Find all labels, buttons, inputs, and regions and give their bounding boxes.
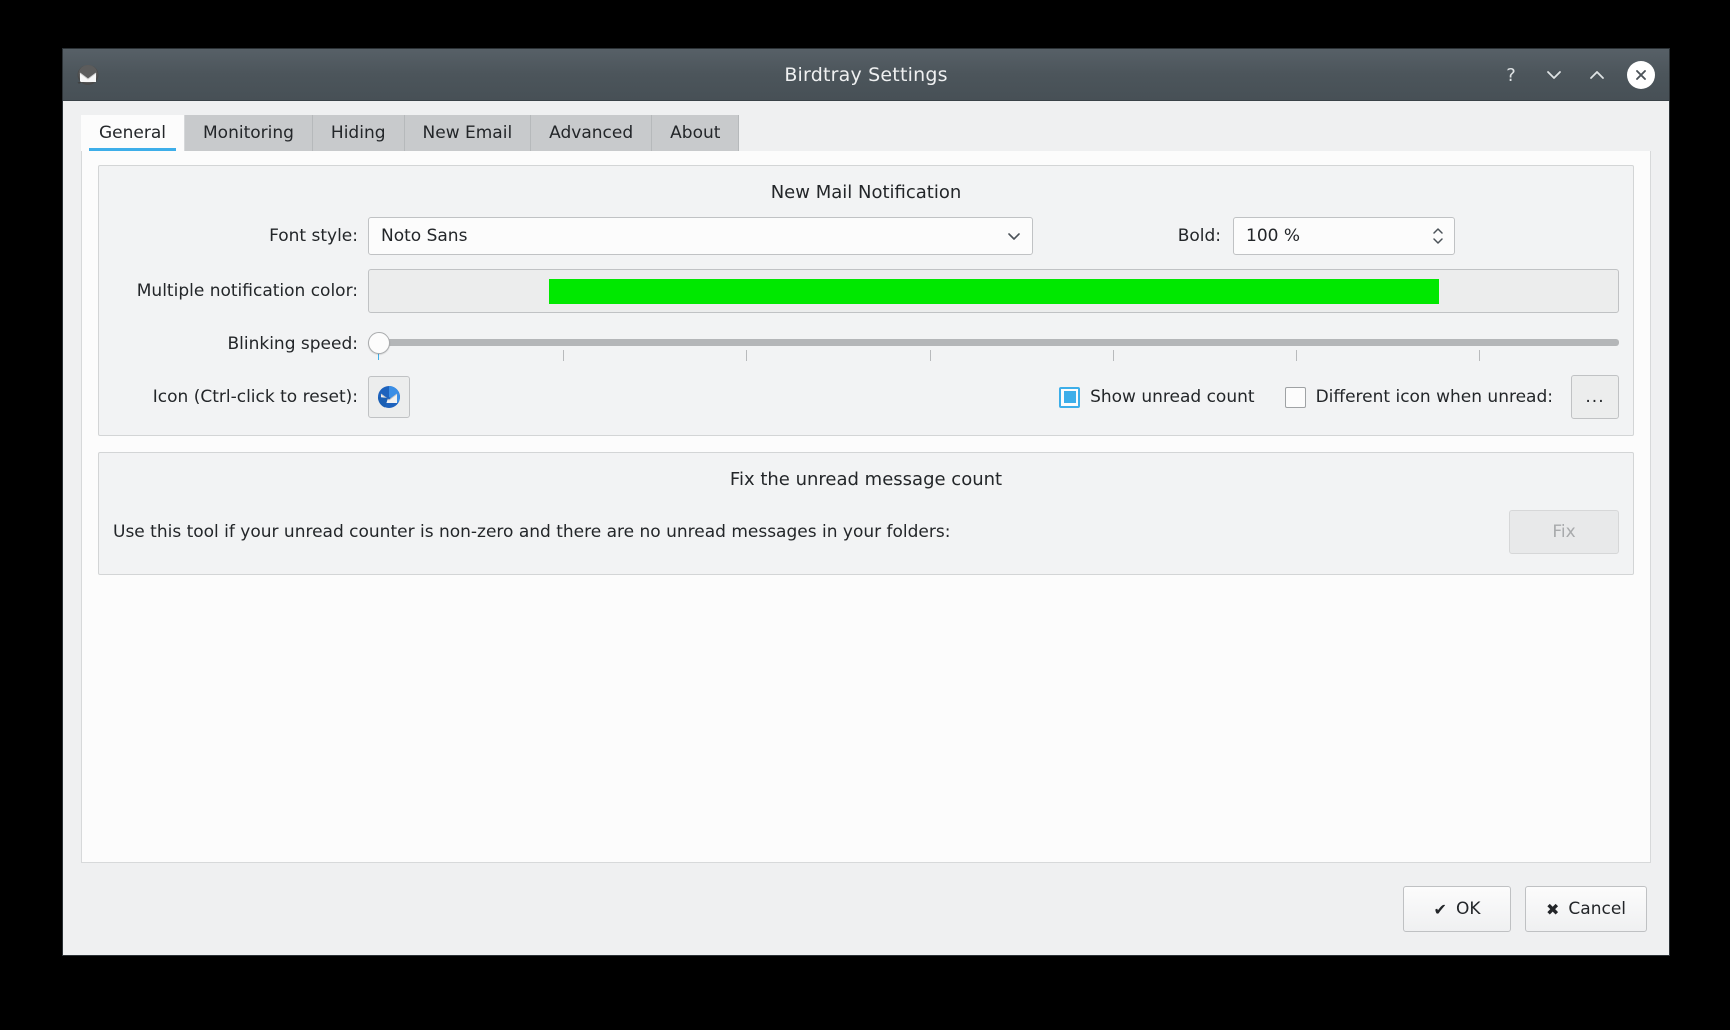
notification-color-label: Multiple notification color: bbox=[113, 281, 368, 301]
fix-description: Use this tool if your unread counter is … bbox=[113, 522, 1509, 542]
close-button[interactable] bbox=[1627, 61, 1655, 89]
row-notification-color: Multiple notification color: bbox=[113, 269, 1619, 313]
group-new-mail-notification: New Mail Notification Font style: Noto S… bbox=[98, 165, 1634, 436]
tab-general[interactable]: General bbox=[81, 115, 185, 151]
show-unread-count-checkbox[interactable]: Show unread count bbox=[1059, 387, 1254, 408]
font-style-combobox[interactable]: Noto Sans bbox=[368, 217, 1033, 255]
slider-tick bbox=[930, 350, 931, 361]
checkbox-label: Show unread count bbox=[1090, 387, 1254, 407]
font-style-value: Noto Sans bbox=[381, 226, 1006, 246]
settings-window: Birdtray Settings ? bbox=[62, 48, 1670, 956]
check-icon: ✔ bbox=[1434, 900, 1447, 919]
browse-unread-icon-button[interactable]: ... bbox=[1571, 375, 1619, 419]
title-bar: Birdtray Settings ? bbox=[63, 49, 1669, 101]
cancel-button[interactable]: ✖ Cancel bbox=[1525, 886, 1647, 932]
svg-text:?: ? bbox=[1506, 65, 1516, 85]
tab-about[interactable]: About bbox=[652, 115, 739, 151]
tab-content-general: New Mail Notification Font style: Noto S… bbox=[81, 151, 1651, 863]
tab-monitoring[interactable]: Monitoring bbox=[185, 115, 313, 151]
color-swatch bbox=[549, 279, 1439, 304]
cross-icon: ✖ bbox=[1546, 900, 1559, 919]
group-title: New Mail Notification bbox=[113, 174, 1619, 217]
tab-hiding[interactable]: Hiding bbox=[313, 115, 405, 151]
checkbox-indicator bbox=[1059, 387, 1080, 408]
fix-label: Fix bbox=[1552, 522, 1575, 542]
bold-value: 100 % bbox=[1246, 226, 1428, 246]
slider-tick bbox=[563, 350, 564, 361]
maximize-button[interactable] bbox=[1584, 62, 1610, 88]
chevron-down-icon bbox=[1006, 228, 1022, 244]
different-icon-when-unread-checkbox[interactable]: Different icon when unread: bbox=[1285, 387, 1553, 408]
tab-advanced[interactable]: Advanced bbox=[531, 115, 652, 151]
slider-handle[interactable] bbox=[368, 332, 390, 354]
cancel-label: Cancel bbox=[1568, 899, 1626, 919]
ok-button[interactable]: ✔ OK bbox=[1403, 886, 1511, 932]
icon-label: Icon (Ctrl-click to reset): bbox=[113, 387, 368, 407]
blinking-speed-label: Blinking speed: bbox=[113, 334, 368, 354]
group-title: Fix the unread message count bbox=[113, 461, 1619, 504]
ok-label: OK bbox=[1456, 899, 1481, 919]
dialog-button-bar: ✔ OK ✖ Cancel bbox=[63, 863, 1669, 955]
checkbox-indicator bbox=[1285, 387, 1306, 408]
bold-label: Bold: bbox=[1033, 226, 1233, 246]
app-icon bbox=[75, 62, 101, 88]
tab-label: Hiding bbox=[331, 123, 386, 143]
browse-label: ... bbox=[1585, 387, 1604, 407]
row-icon: Icon (Ctrl-click to reset): Show unread … bbox=[113, 375, 1619, 419]
group-fix-unread-count: Fix the unread message count Use this to… bbox=[98, 452, 1634, 575]
blinking-speed-slider[interactable] bbox=[368, 327, 1619, 361]
spinner-arrows[interactable] bbox=[1428, 227, 1448, 245]
thunderbird-icon bbox=[376, 384, 402, 410]
tab-label: New Email bbox=[423, 123, 513, 143]
row-blinking-speed: Blinking speed: bbox=[113, 327, 1619, 361]
tab-label: General bbox=[99, 123, 166, 143]
slider-groove bbox=[378, 339, 1619, 346]
slider-tick bbox=[746, 350, 747, 361]
help-button[interactable]: ? bbox=[1498, 62, 1524, 88]
slider-tick bbox=[1113, 350, 1114, 361]
tray-icon-button[interactable] bbox=[368, 376, 410, 418]
slider-tick bbox=[1479, 350, 1480, 361]
tab-bar: General Monitoring Hiding New Email Adva… bbox=[63, 101, 1669, 151]
font-style-label: Font style: bbox=[113, 226, 368, 246]
window-controls: ? bbox=[1498, 61, 1655, 89]
bold-spinbox[interactable]: 100 % bbox=[1233, 217, 1455, 255]
window-title: Birdtray Settings bbox=[63, 64, 1669, 86]
checkbox-label: Different icon when unread: bbox=[1316, 387, 1553, 407]
tab-label: Monitoring bbox=[203, 123, 294, 143]
tab-label: Advanced bbox=[549, 123, 633, 143]
slider-tick bbox=[1296, 350, 1297, 361]
tab-new-email[interactable]: New Email bbox=[405, 115, 532, 151]
notification-color-button[interactable] bbox=[368, 269, 1619, 313]
row-fix: Use this tool if your unread counter is … bbox=[113, 504, 1619, 558]
fix-button[interactable]: Fix bbox=[1509, 510, 1619, 554]
row-font-style: Font style: Noto Sans Bold: 100 % bbox=[113, 217, 1619, 255]
minimize-button[interactable] bbox=[1541, 62, 1567, 88]
tab-label: About bbox=[670, 123, 720, 143]
